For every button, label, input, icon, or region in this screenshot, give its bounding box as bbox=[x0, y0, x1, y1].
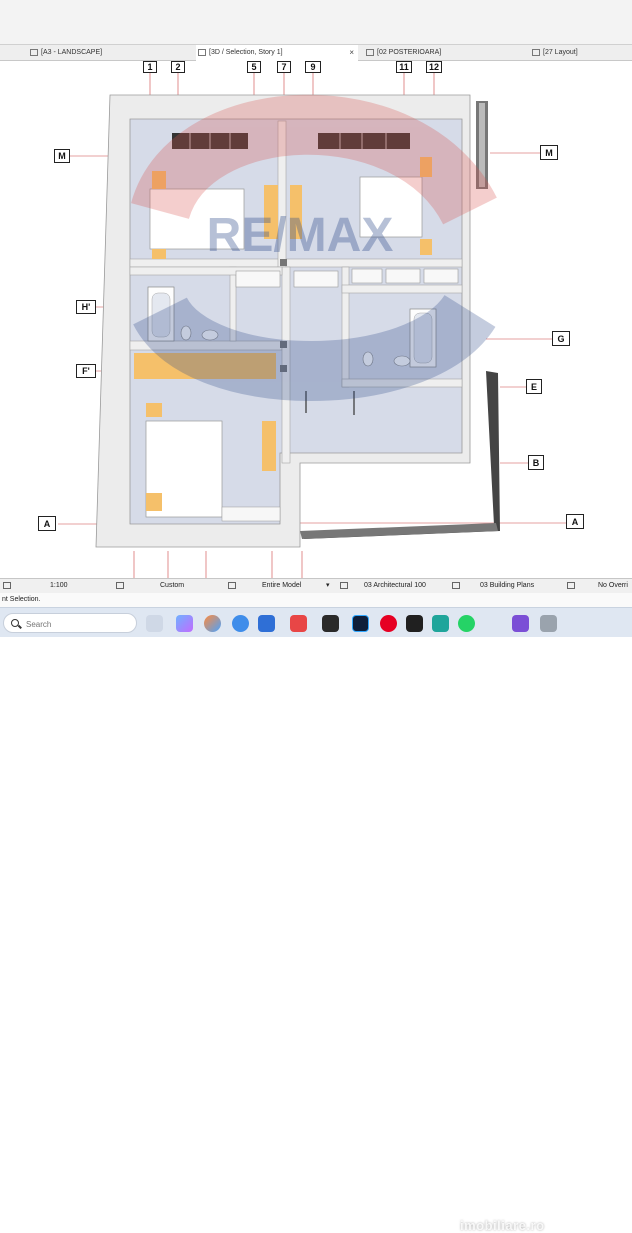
grid-marker-top-12[interactable]: 12 bbox=[426, 61, 442, 73]
app-purple-icon[interactable] bbox=[512, 615, 529, 632]
close-tab-icon[interactable]: × bbox=[349, 45, 354, 61]
pinterest-icon[interactable] bbox=[380, 615, 397, 632]
3d-model-viewport[interactable]: RE/MAX 1 2 5 7 9 11 12 M H' F' A M G E B… bbox=[0, 61, 632, 578]
grid-marker-top-11[interactable]: 11 bbox=[396, 61, 412, 73]
app-gray-icon[interactable] bbox=[540, 615, 557, 632]
photoshop-icon[interactable] bbox=[352, 615, 369, 632]
view-combination-selector[interactable]: 03 Building Plans bbox=[480, 579, 534, 593]
grid-marker-right-a[interactable]: A bbox=[566, 514, 584, 529]
grid-marker-top-2[interactable]: 2 bbox=[171, 61, 185, 73]
grid-marker-top-7[interactable]: 7 bbox=[277, 61, 291, 73]
graphic-override-selector[interactable]: No Overri bbox=[598, 579, 628, 593]
grid-marker-left-m[interactable]: M bbox=[54, 149, 70, 163]
whatsapp-icon[interactable] bbox=[458, 615, 475, 632]
widgets-icon[interactable] bbox=[146, 615, 163, 632]
grid-marker-top-5[interactable]: 5 bbox=[247, 61, 261, 73]
grid-marker-right-m[interactable]: M bbox=[540, 145, 558, 160]
search-icon-handle bbox=[18, 624, 22, 629]
tab-a3-landscape[interactable]: [A3 - LANDSCAPE] bbox=[28, 45, 188, 61]
view-combo-icon bbox=[452, 582, 460, 589]
windows-taskbar: imobiliare.ro bbox=[0, 607, 632, 1233]
scale-selector[interactable]: 1:100 bbox=[50, 579, 68, 593]
layout-sheet-icon bbox=[532, 49, 540, 56]
tab-label: [A3 - LANDSCAPE] bbox=[41, 49, 103, 56]
page-icon bbox=[3, 582, 11, 589]
zoom-selector[interactable]: Custom bbox=[160, 579, 184, 593]
grid-marker-left-f[interactable]: F' bbox=[76, 364, 96, 378]
tab-3d-selection[interactable]: [3D / Selection, Story 1] × bbox=[196, 45, 358, 61]
taskbar-search-box[interactable] bbox=[3, 613, 137, 633]
tab-label: [3D / Selection, Story 1] bbox=[209, 49, 283, 56]
grid-marker-right-g[interactable]: G bbox=[552, 331, 570, 346]
tab-label: [02 POSTERIOARA] bbox=[377, 49, 442, 56]
status-message: nt Selection. bbox=[0, 593, 632, 607]
app-pinwheel-icon[interactable] bbox=[204, 615, 221, 632]
app-teal-icon[interactable] bbox=[432, 615, 449, 632]
view-tab-bar: [A3 - LANDSCAPE] [3D / Selection, Story … bbox=[0, 44, 632, 61]
app-archicad-icon[interactable] bbox=[322, 615, 339, 632]
copilot-icon[interactable] bbox=[176, 615, 193, 632]
grid-marker-top-9[interactable]: 9 bbox=[305, 61, 321, 73]
grid-marker-top-1[interactable]: 1 bbox=[143, 61, 157, 73]
site-watermark: imobiliare.ro bbox=[460, 1218, 545, 1233]
tab-02-posterioara[interactable]: [02 POSTERIOARA] bbox=[364, 45, 524, 61]
grid-marker-left-h[interactable]: H' bbox=[76, 300, 96, 314]
layout-sheet-icon bbox=[30, 49, 38, 56]
view-status-bar: 1:100 Custom Entire Model ▾ 03 Architect… bbox=[0, 578, 632, 593]
elevation-icon bbox=[366, 49, 374, 56]
floor-plan-drawing: RE/MAX bbox=[58, 71, 566, 578]
model-view-icon bbox=[228, 582, 236, 589]
grid-marker-right-e[interactable]: E bbox=[526, 379, 542, 394]
app-blue-icon[interactable] bbox=[258, 615, 275, 632]
chevron-down-icon[interactable]: ▾ bbox=[326, 579, 330, 593]
model-view-selector[interactable]: Entire Model bbox=[262, 579, 301, 593]
grid-marker-right-b[interactable]: B bbox=[528, 455, 544, 470]
layer-combination-selector[interactable]: 03 Architectural 100 bbox=[364, 579, 426, 593]
app-chrome-blue-icon[interactable] bbox=[232, 615, 249, 632]
app-dark-icon[interactable] bbox=[406, 615, 423, 632]
remax-watermark-text: RE/MAX bbox=[207, 209, 394, 262]
override-icon bbox=[567, 582, 575, 589]
3d-window-icon bbox=[198, 49, 206, 56]
tab-label: [27 Layout] bbox=[543, 49, 578, 56]
zoom-icon bbox=[116, 582, 124, 589]
app-red-icon[interactable] bbox=[290, 615, 307, 632]
layer-icon bbox=[340, 582, 348, 589]
window-top-area bbox=[0, 0, 632, 44]
search-input[interactable] bbox=[24, 616, 128, 632]
tab-27-layout[interactable]: [27 Layout] bbox=[530, 45, 632, 61]
grid-marker-left-a[interactable]: A bbox=[38, 516, 56, 531]
